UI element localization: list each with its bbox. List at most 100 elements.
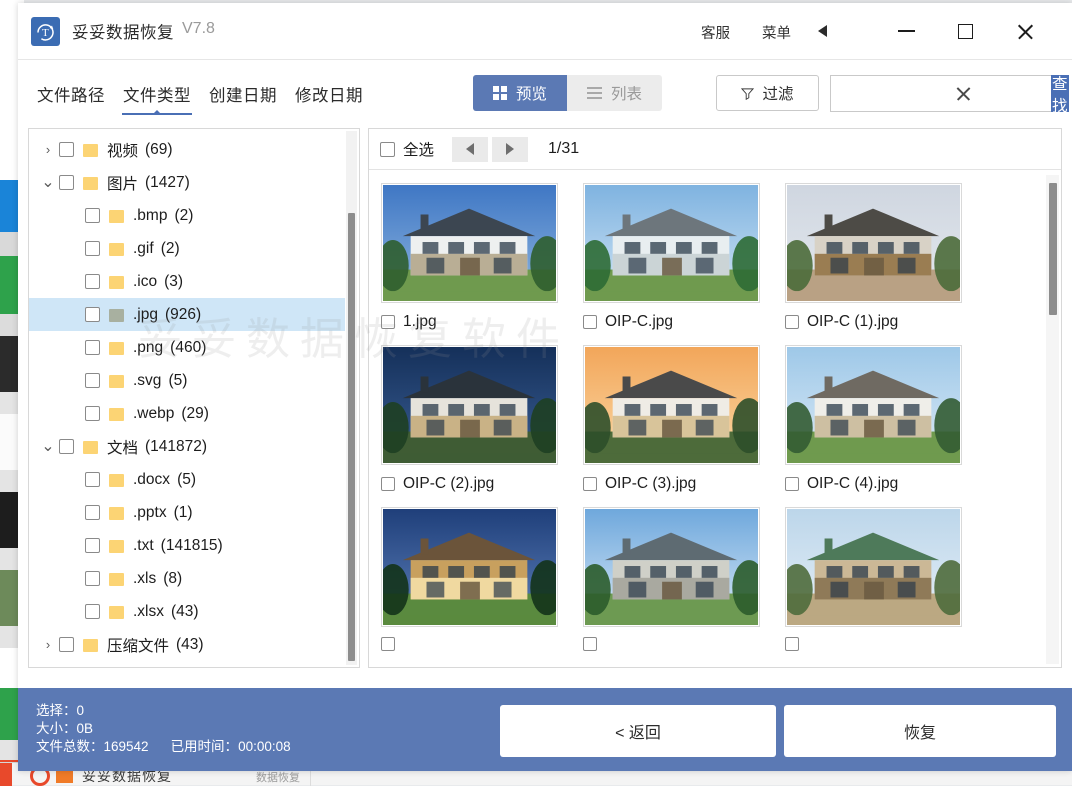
thumbnail-item[interactable]: OIP-C (3).jpg [583,345,783,507]
thumbnail-image[interactable] [583,507,760,627]
thumbnail-label-row[interactable] [583,637,783,651]
minimize-button[interactable] [884,12,928,50]
tree-row-checkbox[interactable] [85,241,100,256]
tree-row-checkbox[interactable] [85,208,100,223]
thumbnail-label-row[interactable]: OIP-C.jpg [583,313,783,331]
tree-row[interactable]: .docx (5) [29,463,345,496]
thumbnail-item[interactable]: OIP-C (4).jpg [785,345,985,507]
maximize-button[interactable] [943,12,987,50]
tree-row-checkbox[interactable] [59,637,74,652]
thumbnail-checkbox[interactable] [785,477,799,491]
thumbnail-checkbox[interactable] [583,477,597,491]
recover-button[interactable]: 恢复 [784,705,1056,757]
select-all-label[interactable]: 全选 [403,138,434,160]
tree-row-checkbox[interactable] [85,538,100,553]
thumbnail-image[interactable] [785,507,962,627]
triangle-left-icon[interactable] [818,25,827,37]
tree-row[interactable]: .jpg (926) [29,298,345,331]
thumbnail-image[interactable] [583,345,760,465]
tab-modified-date[interactable]: 修改日期 [286,82,372,106]
next-page-button[interactable] [492,136,529,162]
thumbnail-label-row[interactable]: OIP-C (3).jpg [583,475,783,493]
thumbnail-label-row[interactable] [785,637,985,651]
thumbnail-image[interactable] [583,183,760,303]
chevron-down-icon[interactable]: ⌄ [37,174,59,190]
tree-row[interactable]: .pptx (1) [29,496,345,529]
thumbnail-label-row[interactable]: OIP-C (2).jpg [381,475,581,493]
thumbnail-checkbox[interactable] [381,477,395,491]
thumbnail-checkbox[interactable] [583,315,597,329]
tree-scrollbar-thumb[interactable] [348,213,355,661]
tree-row-checkbox[interactable] [85,571,100,586]
chevron-right-icon[interactable]: › [37,142,59,157]
thumbnail-item[interactable]: 1.jpg [381,183,581,345]
preview-scrollbar[interactable] [1046,175,1059,664]
thumbnail-label-row[interactable]: OIP-C (1).jpg [785,313,985,331]
view-mode-list[interactable]: 列表 [567,75,662,111]
search-button[interactable]: 查找 [1051,75,1069,115]
tree-row-checkbox[interactable] [85,274,100,289]
thumbnail-filename: OIP-C.jpg [605,313,674,330]
thumbnail-checkbox[interactable] [785,315,799,329]
tree-row-checkbox[interactable] [85,373,100,388]
tree-row[interactable]: .png (460) [29,331,345,364]
select-all-checkbox[interactable] [380,141,395,157]
thumbnail-image[interactable] [381,183,558,303]
chevron-right-icon[interactable]: › [37,637,59,652]
view-mode-preview[interactable]: 预览 [473,75,568,111]
search-input[interactable] [830,75,1051,112]
tree-row[interactable]: .txt (141815) [29,529,345,562]
tree-row[interactable]: › 视频 (69) [29,133,345,166]
thumbnail-image[interactable] [381,345,558,465]
thumbnail-item[interactable] [381,507,581,665]
tree-row-checkbox[interactable] [85,604,100,619]
tree-row-checkbox[interactable] [85,406,100,421]
thumbnail-label-row[interactable]: 1.jpg [381,313,581,331]
tree-row[interactable]: .svg (5) [29,364,345,397]
tree-row-checkbox[interactable] [59,175,74,190]
thumbnail-image[interactable] [381,507,558,627]
tree-row[interactable]: .bmp (2) [29,199,345,232]
tree-scrollbar[interactable] [346,131,357,665]
thumbnail-item[interactable]: OIP-C (2).jpg [381,345,581,507]
thumbnail-checkbox[interactable] [583,637,597,651]
thumbnail-item[interactable]: OIP-C.jpg [583,183,783,345]
tree-row-checkbox[interactable] [59,439,74,454]
tree-row-checkbox[interactable] [85,472,100,487]
thumbnail-item[interactable] [785,507,985,665]
tab-created-date[interactable]: 创建日期 [200,82,286,106]
tree-row-checkbox[interactable] [59,142,74,157]
thumbnail-item[interactable]: OIP-C (1).jpg [785,183,985,345]
tree-row[interactable]: .ico (3) [29,265,345,298]
close-button[interactable] [1003,12,1047,50]
tree-row-checkbox[interactable] [85,505,100,520]
tree-row[interactable]: .xlsx (43) [29,595,345,628]
tree-row[interactable]: .gif (2) [29,232,345,265]
thumbnail-checkbox[interactable] [381,637,395,651]
back-button[interactable]: < 返回 [500,705,776,757]
thumbnail-item[interactable] [583,507,783,665]
tab-file-type[interactable]: 文件类型 [114,82,200,115]
chevron-down-icon[interactable]: ⌄ [37,438,59,454]
tab-file-path[interactable]: 文件路径 [28,82,114,106]
tree-row[interactable]: .webp (29) [29,397,345,430]
thumbnail-checkbox[interactable] [381,315,395,329]
tree-row[interactable]: .xls (8) [29,562,345,595]
previous-page-button[interactable] [452,136,489,162]
tree-row[interactable]: › 压缩文件 (43) [29,628,345,661]
thumbnail-label-row[interactable]: OIP-C (4).jpg [785,475,985,493]
tree-row[interactable]: ⌄ 图片 (1427) [29,166,345,199]
preview-scrollbar-thumb[interactable] [1049,183,1057,315]
tree-row-count: (1427) [145,173,190,191]
thumbnail-checkbox[interactable] [785,637,799,651]
customer-support-link[interactable]: 客服 [701,22,730,43]
thumbnail-label-row[interactable] [381,637,581,651]
tree-row-checkbox[interactable] [85,340,100,355]
menu-link[interactable]: 菜单 [762,22,791,43]
tree-row-checkbox[interactable] [85,307,100,322]
thumbnail-image[interactable] [785,345,962,465]
clear-x-icon[interactable] [954,84,973,103]
tree-row[interactable]: ⌄ 文档 (141872) [29,430,345,463]
filter-button[interactable]: 过滤 [716,75,819,111]
thumbnail-image[interactable] [785,183,962,303]
